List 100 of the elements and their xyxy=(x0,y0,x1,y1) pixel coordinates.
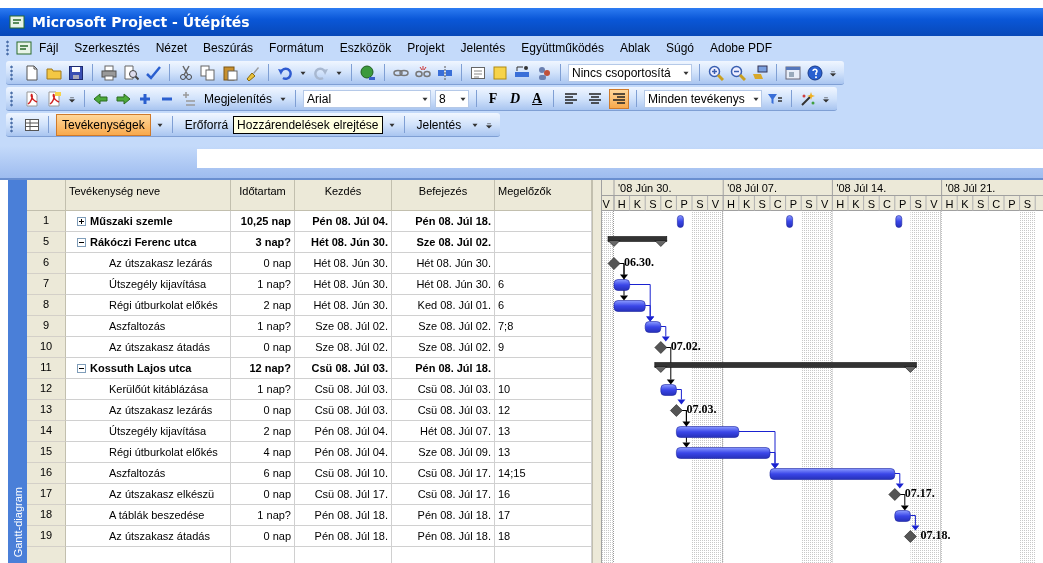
menu-item[interactable]: Beszúrás xyxy=(197,39,260,57)
row-number[interactable]: 19 xyxy=(27,526,66,547)
copy-picture-icon[interactable] xyxy=(752,64,768,81)
day-label: K xyxy=(852,197,860,210)
row-number[interactable]: 1 xyxy=(27,211,66,232)
new-document-icon[interactable] xyxy=(24,64,40,81)
task-bar[interactable] xyxy=(894,510,911,522)
row-number[interactable]: 9 xyxy=(27,316,66,337)
split-icon[interactable] xyxy=(437,64,453,81)
menu-item[interactable]: Eszközök xyxy=(333,39,398,57)
menu-item[interactable]: Ablak xyxy=(613,39,656,57)
window-icon[interactable] xyxy=(785,64,801,81)
globe-icon[interactable] xyxy=(360,64,376,81)
row-number[interactable]: 13 xyxy=(27,400,66,421)
row-number[interactable]: 7 xyxy=(27,274,66,295)
pdf-comment-icon[interactable] xyxy=(46,90,62,107)
milestone-diamond[interactable] xyxy=(670,404,683,417)
menu-item[interactable]: Szerkesztés xyxy=(68,39,146,57)
row-number[interactable]: 8 xyxy=(27,295,66,316)
task-name: Kerülőút kitáblázása xyxy=(108,383,209,395)
font-size-dropdown[interactable]: 8 xyxy=(435,89,470,108)
menu-item[interactable]: Jelentés xyxy=(454,39,512,57)
printer-icon[interactable] xyxy=(101,64,117,81)
print-preview-icon[interactable] xyxy=(123,64,139,81)
column-header[interactable]: Megelőzők xyxy=(495,180,592,211)
app-icon[interactable] xyxy=(16,40,32,56)
row-number[interactable]: 18 xyxy=(27,505,66,526)
summary-bar[interactable] xyxy=(654,362,917,373)
scissors-icon[interactable] xyxy=(178,64,194,81)
row-number[interactable]: 12 xyxy=(27,379,66,400)
menu-item[interactable]: Formátum xyxy=(263,39,330,57)
milestone-diamond[interactable] xyxy=(654,341,668,354)
column-header[interactable]: Befejezés xyxy=(392,180,495,211)
font-style-button[interactable]: F xyxy=(484,90,503,107)
copy-icon[interactable] xyxy=(200,64,216,81)
menu-item[interactable]: Együttműködés xyxy=(515,39,610,57)
task-bar[interactable] xyxy=(613,279,630,291)
paintbrush-icon[interactable] xyxy=(244,64,260,81)
predecessors-cell: 17 xyxy=(495,505,592,526)
help-icon[interactable] xyxy=(807,64,823,81)
task-bar[interactable] xyxy=(644,321,662,333)
row-number[interactable]: 14 xyxy=(27,421,66,442)
row-number[interactable]: 5 xyxy=(27,232,66,253)
day-label: P xyxy=(898,197,907,210)
menu-item[interactable]: Projekt xyxy=(401,39,451,57)
people-icon[interactable] xyxy=(536,64,552,81)
task-name: Régi útburkolat előkés xyxy=(108,299,218,311)
row-number[interactable]: 11 xyxy=(27,358,66,379)
task-bar[interactable] xyxy=(769,468,896,480)
entry-field[interactable] xyxy=(197,148,1043,168)
menu-item[interactable]: Fájl xyxy=(33,39,65,57)
summary-bar[interactable] xyxy=(607,236,668,247)
wand-icon[interactable] xyxy=(800,90,817,107)
row-number[interactable]: 17 xyxy=(27,484,66,505)
task-bar[interactable] xyxy=(613,300,646,312)
start-date-cell: Pén 08. Júl 18. xyxy=(295,505,392,526)
align-left-icon xyxy=(563,90,580,107)
menu-item[interactable]: Súgó xyxy=(659,39,700,57)
row-number[interactable]: 15 xyxy=(27,442,66,463)
zoom-out-icon[interactable] xyxy=(730,64,746,81)
menu-item[interactable]: Adobe PDF xyxy=(704,39,779,57)
column-header[interactable]: Kezdés xyxy=(295,180,392,211)
table-grid-icon[interactable] xyxy=(24,116,40,133)
left-arrow-icon[interactable] xyxy=(93,90,109,107)
milestone-diamond[interactable] xyxy=(904,530,917,543)
task-bar[interactable] xyxy=(676,447,771,459)
zoom-in-icon[interactable] xyxy=(708,64,724,81)
column-header[interactable]: Időtartam xyxy=(231,180,295,211)
milestone-diamond[interactable] xyxy=(607,257,621,270)
column-header[interactable]: Tevékenység neve xyxy=(66,180,231,211)
right-arrow-icon[interactable] xyxy=(115,90,131,107)
font-dropdown[interactable]: Arial xyxy=(303,89,432,108)
task-bar[interactable] xyxy=(676,426,740,438)
pdf-document-icon[interactable] xyxy=(24,90,40,107)
paste-icon[interactable] xyxy=(222,64,238,81)
spell-check-icon[interactable] xyxy=(145,64,161,81)
filter-dropdown[interactable]: Minden tevékenys xyxy=(644,89,763,108)
font-style-button[interactable]: D xyxy=(506,90,525,107)
milestone-date-label: 06.30. xyxy=(624,255,654,270)
recurring-task-marker[interactable] xyxy=(677,215,684,228)
notes-icon[interactable] xyxy=(470,64,486,81)
collapse-icon[interactable] xyxy=(77,363,86,373)
view-tab[interactable]: Jelentés xyxy=(411,114,467,135)
recurring-task-marker[interactable] xyxy=(786,215,793,228)
task-bar[interactable] xyxy=(660,384,677,396)
view-tab[interactable]: Tevékenységek xyxy=(56,113,151,136)
align-button[interactable] xyxy=(609,88,630,109)
row-number[interactable]: 10 xyxy=(27,337,66,358)
view-tab[interactable]: Erőforrá xyxy=(179,114,234,135)
milestone-diamond[interactable] xyxy=(888,488,902,501)
menu-item[interactable]: Nézet xyxy=(149,39,194,57)
font-style-button[interactable]: A xyxy=(528,90,547,107)
predecessors-cell: 13 xyxy=(495,442,592,463)
row-number[interactable]: 6 xyxy=(27,253,66,274)
recurring-task-marker[interactable] xyxy=(895,215,903,228)
row-number[interactable]: 16 xyxy=(27,463,66,484)
group-dropdown[interactable]: Nincs csoportosítá xyxy=(568,63,692,82)
expand-icon[interactable] xyxy=(77,216,86,226)
collapse-icon[interactable] xyxy=(77,237,86,247)
show-dropdown-button[interactable]: Megjelenítés xyxy=(202,91,275,106)
